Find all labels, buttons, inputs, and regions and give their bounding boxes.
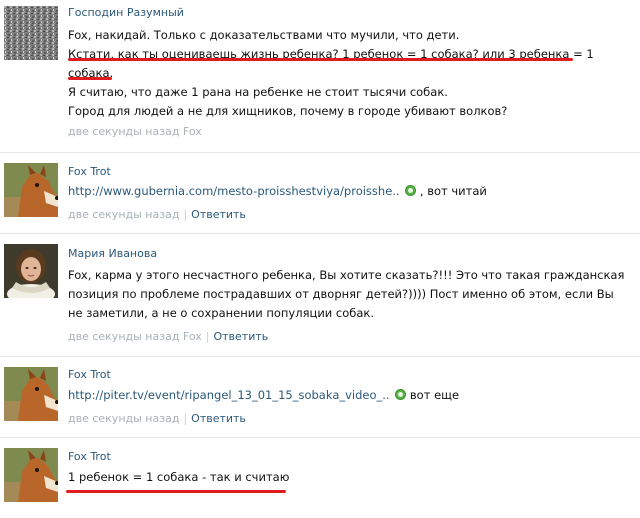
comment-line: Город для людей а не для хищников, почем… — [68, 104, 508, 118]
comment: Fox Trot http://www.gubernia.com/mesto-p… — [0, 153, 640, 233]
comment-text: http://www.gubernia.com/mesto-proisshest… — [68, 182, 628, 201]
comment-meta: две секунды назад Fox | Ответить — [68, 330, 269, 343]
comment-text-tail: вот еще — [409, 388, 460, 402]
comment: Fox Trot 1 ребенок = 1 собака - так и сч… — [0, 438, 640, 518]
comment-timestamp: две секунды назад — [68, 208, 180, 221]
green-circle-icon[interactable] — [405, 185, 417, 196]
avatar[interactable] — [4, 448, 58, 502]
avatar[interactable] — [4, 244, 58, 298]
comment-line: собака. — [68, 66, 114, 80]
comment-line: позиция по проблеме пострадавших от двор… — [68, 287, 614, 301]
comment-timestamp: две секунды назад — [68, 412, 180, 425]
comment-author[interactable]: Fox Trot — [68, 450, 111, 463]
reply-link[interactable]: Ответить — [213, 330, 268, 343]
reply-link[interactable]: Ответить — [191, 208, 246, 221]
comment-line: Я считаю, что даже 1 рана на ребенке не … — [68, 85, 448, 99]
reply-link[interactable]: Ответить — [191, 412, 246, 425]
comment-meta: две секунды назад | Ответить — [68, 208, 246, 221]
comment-author[interactable]: Мария Иванова — [68, 247, 157, 260]
comment-text: 1 ребенок = 1 собака - так и считаю — [68, 468, 628, 487]
avatar[interactable] — [4, 367, 58, 421]
comment-timestamp: две секунды назад Fox — [68, 330, 202, 343]
highlight-underline — [68, 58, 573, 61]
comment-line: Fox, карма у этого несчастного ребенка, … — [68, 268, 625, 282]
comment-line: Кстати, как ты оцениваешь жизнь ребенка?… — [68, 47, 594, 61]
fox-avatar-icon — [4, 163, 58, 217]
comment: Мария Иванова Fox, карма у этого несчаст… — [0, 234, 640, 356]
comment: Fox Trot http://piter.tv/event/ripangel_… — [0, 357, 640, 437]
comment-timestamp: две секунды назад Fox — [68, 125, 202, 138]
highlight-underline — [68, 77, 112, 80]
portrait-avatar-icon — [4, 244, 58, 298]
comment-line: Fox, накидай. Только с доказательствами … — [68, 28, 460, 42]
comment-text-tail: , вот читай — [419, 184, 487, 198]
comment-text: Fox, карма у этого несчастного ребенка, … — [68, 266, 628, 323]
comment-link[interactable]: http://www.gubernia.com/mesto-proisshest… — [68, 184, 400, 198]
comment-link[interactable]: http://piter.tv/event/ripangel_13_01_15_… — [68, 388, 390, 402]
comment-author[interactable]: Господин Разумный — [68, 6, 184, 19]
comment-text: Fox, накидай. Только с доказательствами … — [68, 26, 628, 121]
comment-line: 1 ребенок = 1 собака - так и считаю — [68, 470, 290, 484]
comment-text: http://piter.tv/event/ripangel_13_01_15_… — [68, 386, 628, 405]
highlight-underline — [66, 490, 286, 493]
comment-line: не заметили, а не о сохранении популяции… — [68, 306, 375, 320]
comment-meta: две секунды назад | Ответить — [68, 412, 246, 425]
green-circle-icon[interactable] — [395, 389, 407, 400]
comment-author[interactable]: Fox Trot — [68, 368, 111, 381]
avatar[interactable] — [4, 163, 58, 217]
fox-avatar-icon — [4, 448, 58, 502]
noise-avatar-icon — [4, 6, 58, 60]
avatar[interactable] — [4, 6, 58, 60]
comment: Господин Разумный Fox, накидай. Только с… — [0, 0, 640, 152]
comment-author[interactable]: Fox Trot — [68, 165, 111, 178]
fox-avatar-icon — [4, 367, 58, 421]
